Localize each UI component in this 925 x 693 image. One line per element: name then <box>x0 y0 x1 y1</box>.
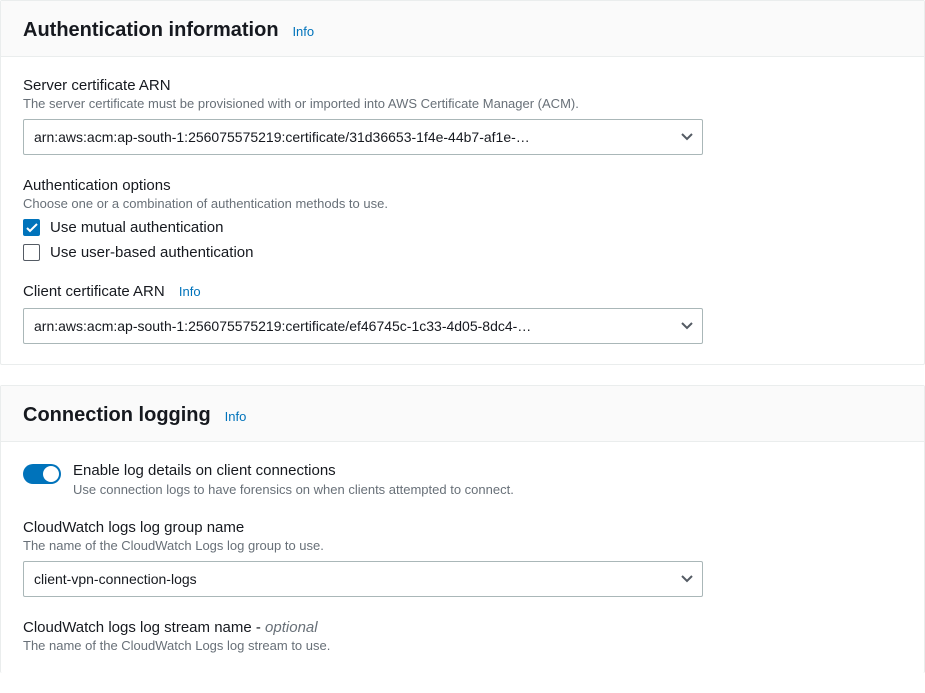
auth-options-desc: Choose one or a combination of authentic… <box>23 196 902 211</box>
log-stream-optional: optional <box>265 619 318 636</box>
enable-logging-text: Enable log details on client connections… <box>73 462 514 497</box>
mutual-auth-checkbox[interactable] <box>23 219 40 236</box>
log-stream-desc: The name of the CloudWatch Logs log stre… <box>23 638 902 653</box>
user-auth-label[interactable]: Use user-based authentication <box>50 244 253 261</box>
auth-info-title: Authentication information <box>23 19 279 41</box>
log-stream-label-text: CloudWatch logs log stream name - <box>23 619 265 636</box>
server-cert-label: Server certificate ARN <box>23 77 902 94</box>
client-cert-select[interactable]: arn:aws:acm:ap-south-1:256075575219:cert… <box>23 308 703 344</box>
connection-logging-panel: Connection logging Info Enable log detai… <box>0 385 925 673</box>
enable-logging-label: Enable log details on client connections <box>73 462 514 479</box>
connection-logging-info-link[interactable]: Info <box>225 409 247 424</box>
server-cert-field: Server certificate ARN The server certif… <box>23 77 902 155</box>
connection-logging-body: Enable log details on client connections… <box>1 442 924 673</box>
client-cert-value: arn:aws:acm:ap-south-1:256075575219:cert… <box>23 308 703 344</box>
connection-logging-title: Connection logging <box>23 404 211 426</box>
client-cert-label: Client certificate ARN Info <box>23 283 902 300</box>
log-group-field: CloudWatch logs log group name The name … <box>23 519 902 597</box>
log-stream-field: CloudWatch logs log stream name - option… <box>23 619 902 653</box>
auth-options-field: Authentication options Choose one or a c… <box>23 177 902 261</box>
client-cert-info-link[interactable]: Info <box>179 284 201 299</box>
auth-info-panel: Authentication information Info Server c… <box>0 0 925 365</box>
log-group-value: client-vpn-connection-logs <box>23 561 703 597</box>
enable-logging-toggle[interactable] <box>23 464 61 484</box>
log-group-label: CloudWatch logs log group name <box>23 519 902 536</box>
mutual-auth-row: Use mutual authentication <box>23 219 902 236</box>
connection-logging-header: Connection logging Info <box>1 386 924 442</box>
server-cert-desc: The server certificate must be provision… <box>23 96 902 111</box>
log-group-select[interactable]: client-vpn-connection-logs <box>23 561 703 597</box>
mutual-auth-label[interactable]: Use mutual authentication <box>50 219 223 236</box>
client-cert-field: Client certificate ARN Info arn:aws:acm:… <box>23 283 902 344</box>
server-cert-select[interactable]: arn:aws:acm:ap-south-1:256075575219:cert… <box>23 119 703 155</box>
auth-options-label: Authentication options <box>23 177 902 194</box>
client-cert-label-text: Client certificate ARN <box>23 283 165 300</box>
user-auth-row: Use user-based authentication <box>23 244 902 261</box>
user-auth-checkbox[interactable] <box>23 244 40 261</box>
auth-info-link[interactable]: Info <box>292 24 314 39</box>
auth-info-body: Server certificate ARN The server certif… <box>1 57 924 364</box>
toggle-knob <box>43 466 59 482</box>
enable-logging-row: Enable log details on client connections… <box>23 462 902 497</box>
enable-logging-desc: Use connection logs to have forensics on… <box>73 482 514 497</box>
auth-info-header: Authentication information Info <box>1 1 924 57</box>
log-group-desc: The name of the CloudWatch Logs log grou… <box>23 538 902 553</box>
server-cert-value: arn:aws:acm:ap-south-1:256075575219:cert… <box>23 119 703 155</box>
log-stream-label: CloudWatch logs log stream name - option… <box>23 619 902 636</box>
